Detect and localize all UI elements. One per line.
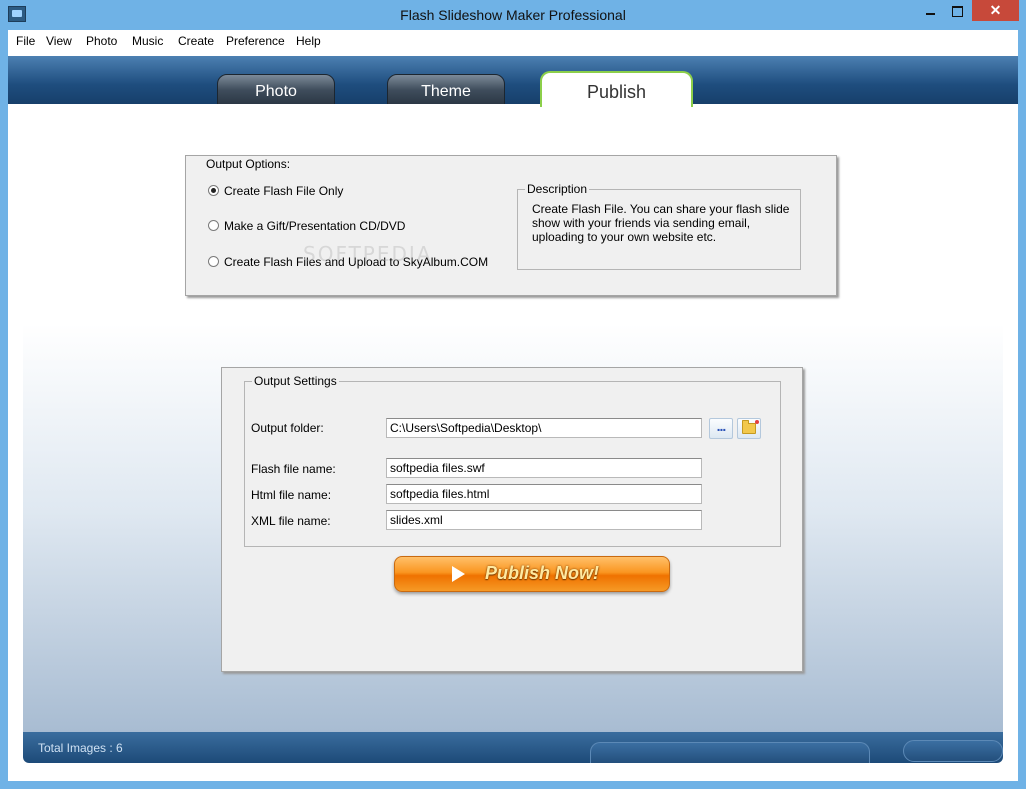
output-settings-panel: Output Settings Output folder: C:\Users\… xyxy=(221,367,803,672)
output-options-label: Output Options: xyxy=(206,157,291,171)
watermark: SOFTPEDIA xyxy=(303,242,433,266)
menu-bar: File View Photo Music Create Preference … xyxy=(8,30,1018,52)
ellipsis-icon: ... xyxy=(716,418,727,434)
title-bar[interactable]: Flash Slideshow Maker Professional ✕ xyxy=(0,0,1026,30)
publish-now-button[interactable]: Publish Now! xyxy=(394,556,670,592)
app-window: Flash Slideshow Maker Professional ✕ Fil… xyxy=(0,0,1026,789)
tab-publish[interactable]: Publish xyxy=(540,71,693,107)
radio-create-flash-only[interactable] xyxy=(208,185,219,196)
maximize-icon xyxy=(951,5,963,17)
output-options-panel: Output Options: Create Flash File Only M… xyxy=(185,155,837,296)
flash-file-name-label: Flash file name: xyxy=(251,462,336,476)
status-bar: Total Images : 6 xyxy=(23,732,1003,763)
total-images-status: Total Images : 6 xyxy=(38,741,123,755)
menu-help[interactable]: Help xyxy=(296,34,321,48)
description-text: Create Flash File. You can share your fl… xyxy=(532,202,790,244)
output-folder-input[interactable]: C:\Users\Softpedia\Desktop\ xyxy=(386,418,702,438)
description-groupbox: Description Create Flash File. You can s… xyxy=(517,182,801,270)
menu-preference[interactable]: Preference xyxy=(226,34,285,48)
footer-pill-decoration xyxy=(903,740,1003,762)
tab-photo[interactable]: Photo xyxy=(217,74,335,106)
play-icon xyxy=(452,566,465,582)
html-file-name-input[interactable]: softpedia files.html xyxy=(386,484,702,504)
minimize-icon xyxy=(925,13,935,16)
folder-icon xyxy=(742,420,759,434)
flash-file-name-input[interactable]: softpedia files.swf xyxy=(386,458,702,478)
radio-make-cd-dvd[interactable] xyxy=(208,220,219,231)
close-button[interactable]: ✕ xyxy=(972,0,1019,21)
footer-tab-decoration xyxy=(590,742,870,763)
menu-create[interactable]: Create xyxy=(178,34,214,48)
option-make-cd-dvd[interactable]: Make a Gift/Presentation CD/DVD xyxy=(224,219,405,233)
tab-theme[interactable]: Theme xyxy=(387,74,505,106)
xml-file-name-input[interactable]: slides.xml xyxy=(386,510,702,530)
menu-photo[interactable]: Photo xyxy=(86,34,117,48)
radio-upload-skyalbum[interactable] xyxy=(208,256,219,267)
browse-folder-button[interactable]: ... xyxy=(709,418,733,439)
header-band xyxy=(8,56,1018,104)
option-create-flash-only[interactable]: Create Flash File Only xyxy=(224,184,343,198)
maximize-button[interactable] xyxy=(944,0,970,21)
html-file-name-label: Html file name: xyxy=(251,488,332,502)
xml-file-name-label: XML file name: xyxy=(251,514,331,528)
minimize-button[interactable] xyxy=(917,0,943,21)
publish-now-label: Publish Now! xyxy=(485,563,599,583)
output-settings-legend: Output Settings xyxy=(252,374,339,388)
close-icon: ✕ xyxy=(989,2,1002,18)
menu-file[interactable]: File xyxy=(16,34,35,48)
output-folder-label: Output folder: xyxy=(251,421,324,435)
menu-view[interactable]: View xyxy=(46,34,72,48)
open-folder-button[interactable] xyxy=(737,418,761,439)
window-title: Flash Slideshow Maker Professional xyxy=(400,7,626,23)
description-legend: Description xyxy=(525,182,590,196)
menu-music[interactable]: Music xyxy=(132,34,163,48)
